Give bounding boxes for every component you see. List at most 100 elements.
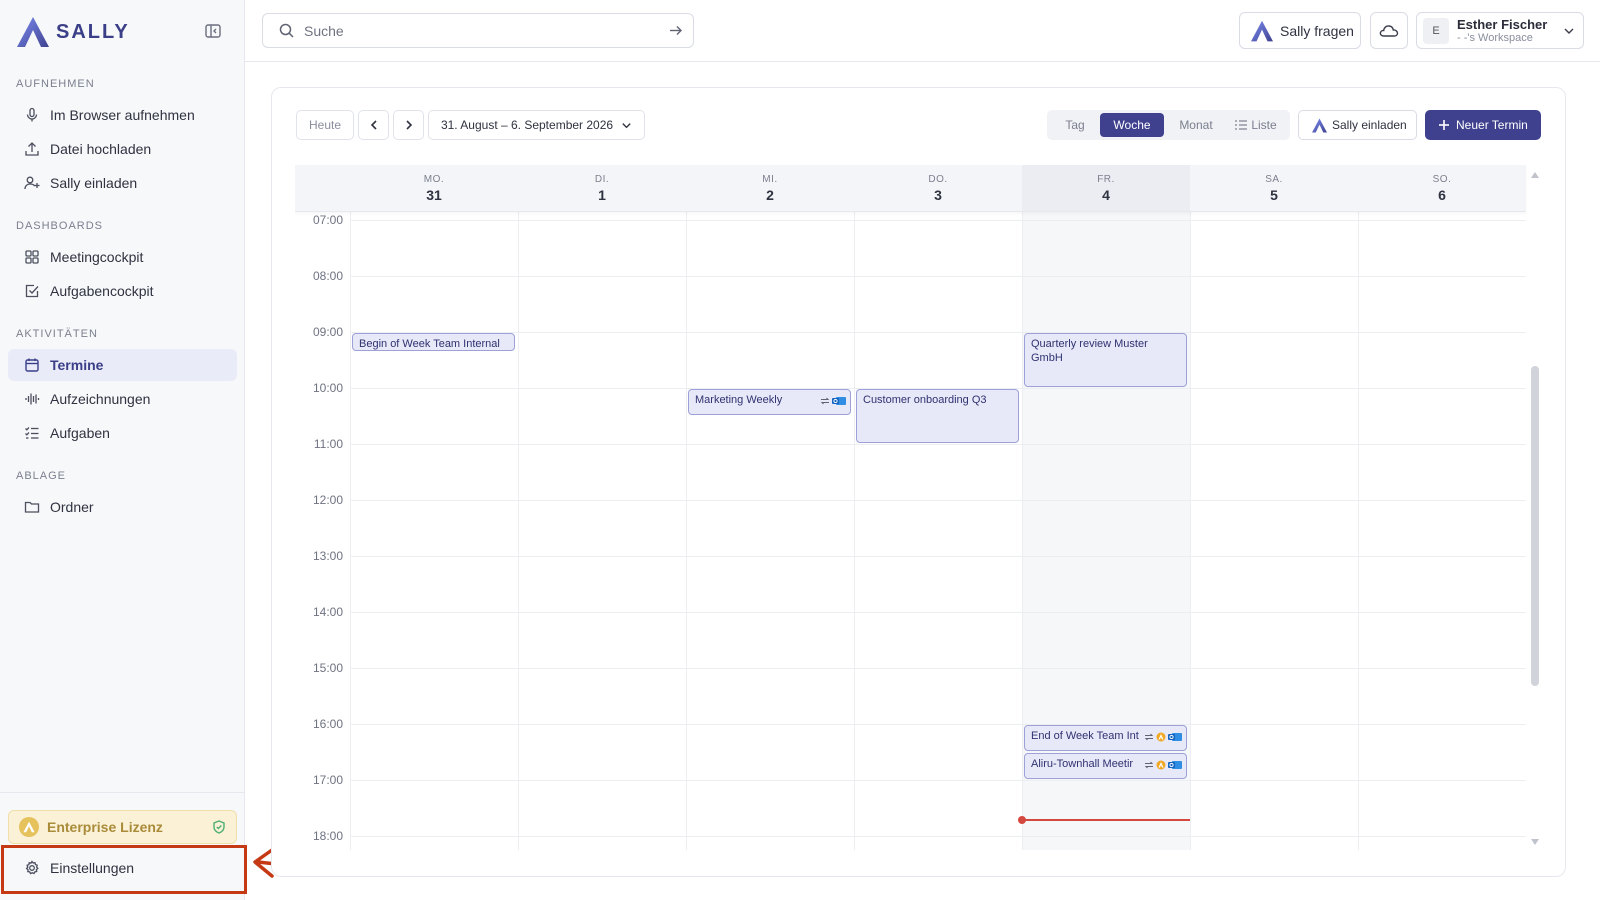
day-number: 6 <box>1438 186 1446 203</box>
hour-label: 08:00 <box>312 269 343 283</box>
sidebar-item-ordner[interactable]: Ordner <box>8 491 237 523</box>
chevron-down-icon <box>622 122 631 128</box>
user-menu[interactable]: E Esther Fischer - -'s Workspace <box>1416 12 1584 49</box>
sidebar-section-label: DASHBOARDS <box>16 220 104 232</box>
collapse-sidebar-button[interactable] <box>204 22 224 42</box>
sidebar-item-sally-einladen[interactable]: Sally einladen <box>8 167 237 199</box>
day-column[interactable] <box>854 165 1022 850</box>
sally-logo-icon <box>1251 20 1273 41</box>
sidebar-item-im-browser-aufnehmen[interactable]: Im Browser aufnehmen <box>8 99 237 131</box>
plus-icon <box>1439 120 1449 130</box>
ask-sally-button[interactable]: Sally fragen <box>1239 12 1361 49</box>
folder-icon <box>24 499 40 515</box>
calendar-event[interactable]: Customer onboarding Q3 <box>856 389 1019 443</box>
calendar-event[interactable]: Quarterly review Muster GmbH <box>1024 333 1187 387</box>
sally-logo-icon <box>1312 117 1327 133</box>
upload-icon <box>24 141 40 157</box>
waveform-icon <box>24 391 40 407</box>
scroll-up-icon[interactable] <box>1531 172 1539 178</box>
day-header[interactable]: DO. 3 <box>854 165 1022 212</box>
hour-gridline <box>350 332 1526 333</box>
calendar-event[interactable]: End of Week Team Int <box>1024 725 1187 751</box>
license-logo-icon <box>19 817 39 837</box>
search-box[interactable] <box>262 13 694 48</box>
sidebar-item-datei-hochladen[interactable]: Datei hochladen <box>8 133 237 165</box>
sidebar-item-label: Termine <box>50 357 104 373</box>
day-header[interactable]: MO. 31 <box>350 165 518 212</box>
day-of-week: SO. <box>1432 173 1452 185</box>
invite-sally-button[interactable]: Sally einladen <box>1298 110 1417 140</box>
view-tab-list[interactable]: Liste <box>1227 113 1285 137</box>
day-column[interactable] <box>686 165 854 850</box>
hour-label: 10:00 <box>312 381 343 395</box>
day-column[interactable] <box>350 165 518 850</box>
calendar-event[interactable]: Begin of Week Team Internal <box>352 333 515 351</box>
recurring-icon <box>820 396 830 406</box>
view-tab-month[interactable]: Monat <box>1167 113 1225 137</box>
day-column[interactable] <box>1358 165 1526 850</box>
day-column[interactable] <box>518 165 686 850</box>
day-header[interactable]: MI. 2 <box>686 165 854 212</box>
enterprise-license-badge[interactable]: Enterprise Lizenz <box>8 810 237 844</box>
sally-logo-icon <box>17 17 49 47</box>
scroll-thumb[interactable] <box>1531 366 1539 686</box>
cloud-icon <box>1379 24 1399 37</box>
user-plus-icon <box>24 175 40 191</box>
license-label: Enterprise Lizenz <box>47 819 163 835</box>
day-of-week: MO. <box>423 173 445 185</box>
hour-gridline <box>350 668 1526 669</box>
sidebar-item-meetingcockpit[interactable]: Meetingcockpit <box>8 241 237 273</box>
view-tab-day[interactable]: Tag <box>1053 113 1097 137</box>
hour-gridline <box>350 612 1526 613</box>
week-grid[interactable]: 07:00 08:00 09:00 10:00 11:00 12:00 13:00 14:00… <box>295 165 1527 850</box>
search-input[interactable] <box>304 22 644 39</box>
day-header[interactable]: SA. 5 <box>1190 165 1358 212</box>
sally-bot-icon <box>1156 732 1166 742</box>
event-title: Quarterly review Muster GmbH <box>1031 338 1148 364</box>
event-title: Marketing Weekly <box>695 394 783 406</box>
date-range-picker[interactable]: 31. August – 6. September 2026 <box>428 110 645 140</box>
today-button[interactable]: Heute <box>296 110 354 140</box>
event-title: Aliru-Townhall Meetir <box>1031 758 1134 770</box>
search-icon <box>279 23 294 38</box>
sidebar-item-termine[interactable]: Termine <box>8 349 237 381</box>
hour-label: 18:00 <box>312 829 343 843</box>
hour-gridline <box>350 444 1526 445</box>
sidebar-item-aufgaben[interactable]: Aufgaben <box>8 417 237 449</box>
calendar-event[interactable]: Aliru-Townhall Meetir <box>1024 753 1187 779</box>
hour-gridline <box>350 556 1526 557</box>
sidebar-item-label: Ordner <box>50 499 94 515</box>
sally-logo[interactable]: SALLY <box>16 14 130 50</box>
sidebar-item-aufgabencockpit[interactable]: Aufgabencockpit <box>8 275 237 307</box>
date-range-label: 31. August – 6. September 2026 <box>440 118 614 132</box>
hour-label: 12:00 <box>312 493 343 507</box>
sidebar-item-label: Meetingcockpit <box>50 249 144 265</box>
event-title: Customer onboarding Q3 <box>863 394 987 406</box>
new-event-button[interactable]: Neuer Termin <box>1425 110 1541 140</box>
app-root: SALLY AUFNEHMEN Im Browser aufnehmen Datei… <box>0 0 1600 900</box>
day-header[interactable]: DI. 1 <box>518 165 686 212</box>
hour-gridline <box>350 500 1526 501</box>
cloud-sync-button[interactable] <box>1370 12 1408 49</box>
view-tab-list-label: Liste <box>1251 118 1277 132</box>
day-column[interactable] <box>1190 165 1358 850</box>
day-header[interactable]: FR. 4 <box>1022 165 1190 212</box>
chevron-left-icon <box>370 120 377 130</box>
view-tab-week[interactable]: Woche <box>1100 113 1164 137</box>
shield-check-icon <box>212 820 226 837</box>
arrow-right-icon[interactable] <box>668 23 683 38</box>
sidebar-section-label: AUFNEHMEN <box>16 78 95 90</box>
sidebar-item-label: Sally einladen <box>50 175 138 191</box>
day-header[interactable]: SO. 6 <box>1358 165 1526 212</box>
next-week-button[interactable] <box>393 110 424 140</box>
day-of-week: MI. <box>762 173 778 185</box>
hour-label: 11:00 <box>313 437 343 451</box>
previous-week-button[interactable] <box>358 110 389 140</box>
sidebar-collapse-icon <box>205 24 221 38</box>
chevron-down-icon <box>1564 28 1574 34</box>
sidebar-item-aufzeichnungen[interactable]: Aufzeichnungen <box>8 383 237 415</box>
hour-gridline <box>350 780 1526 781</box>
day-number: 2 <box>766 186 774 203</box>
calendar-event[interactable]: Marketing Weekly <box>688 389 851 415</box>
scroll-down-icon[interactable] <box>1531 839 1539 845</box>
